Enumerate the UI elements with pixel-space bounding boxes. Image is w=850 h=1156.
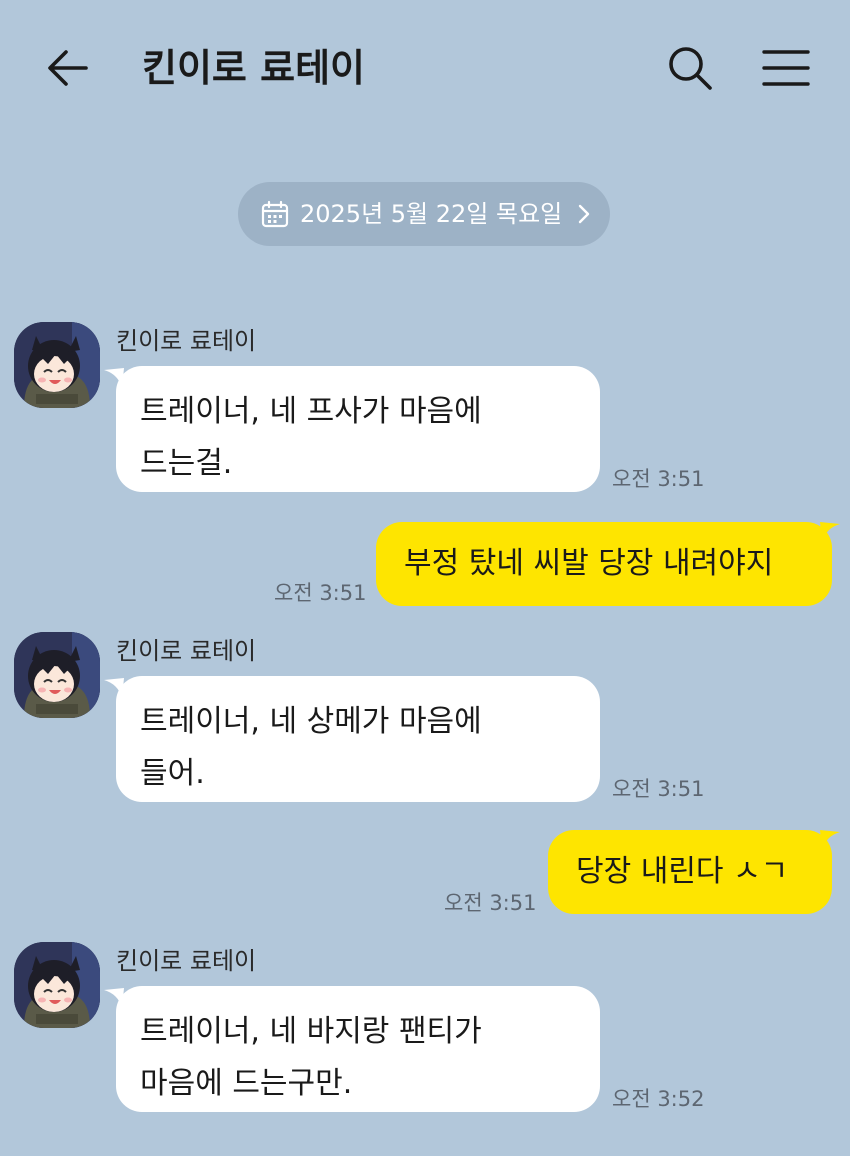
- character-avatar-image: [14, 322, 100, 408]
- message-time: 오전 3:51: [612, 777, 705, 801]
- search-icon: [669, 47, 712, 90]
- message-text-line: 드는걸.: [140, 446, 233, 481]
- message-bubble[interactable]: 당장 내린다 ㅅㄱ: [548, 830, 832, 914]
- sender-name: 킨이로 료테이: [116, 947, 257, 975]
- avatar[interactable]: [14, 942, 100, 1028]
- search-button[interactable]: [666, 44, 714, 92]
- message-text-line: 들어.: [140, 756, 205, 791]
- message-text-line: 마음에 드는구만.: [140, 1066, 353, 1101]
- chevron-right-icon: [579, 204, 590, 224]
- back-button[interactable]: [46, 46, 90, 90]
- character-avatar-image: [14, 942, 100, 1028]
- message-bubble[interactable]: 트레이너, 네 바지랑 팬티가 마음에 드는구만.: [116, 986, 600, 1112]
- message-time: 오전 3:52: [612, 1087, 705, 1111]
- message-bubble[interactable]: 트레이너, 네 상메가 마음에 들어.: [116, 676, 600, 802]
- bubble-tail: [820, 522, 840, 542]
- message-text-line: 트레이너, 네 프사가 마음에: [140, 394, 482, 429]
- message-text: 당장 내린다 ㅅㄱ: [576, 854, 789, 889]
- message-bubble[interactable]: 부정 탔네 씨발 당장 내려야지: [376, 522, 832, 606]
- date-divider-label: 2025년 5월 22일 목요일: [300, 200, 563, 228]
- message-text-line: 트레이너, 네 바지랑 팬티가: [140, 1014, 482, 1049]
- message-time: 오전 3:51: [274, 581, 367, 605]
- arrow-left-icon: [48, 50, 88, 86]
- message-time: 오전 3:51: [444, 891, 537, 915]
- menu-button[interactable]: [760, 44, 812, 92]
- sender-name: 킨이로 료테이: [116, 637, 257, 665]
- character-avatar-image: [14, 632, 100, 718]
- message-bubble[interactable]: 트레이너, 네 프사가 마음에 드는걸.: [116, 366, 600, 492]
- message-text-line: 트레이너, 네 상메가 마음에: [140, 704, 482, 739]
- bubble-tail: [820, 830, 840, 850]
- date-divider[interactable]: 2025년 5월 22일 목요일: [238, 182, 610, 246]
- avatar[interactable]: [14, 632, 100, 718]
- calendar-icon: [261, 200, 289, 228]
- message-time: 오전 3:51: [612, 467, 705, 491]
- chat-title: 킨이로 료테이: [142, 46, 365, 90]
- hamburger-menu-icon: [762, 50, 810, 86]
- avatar[interactable]: [14, 322, 100, 408]
- sender-name: 킨이로 료테이: [116, 327, 257, 355]
- chat-header: 킨이로 료테이: [0, 0, 850, 130]
- message-text: 부정 탔네 씨발 당장 내려야지: [404, 546, 774, 581]
